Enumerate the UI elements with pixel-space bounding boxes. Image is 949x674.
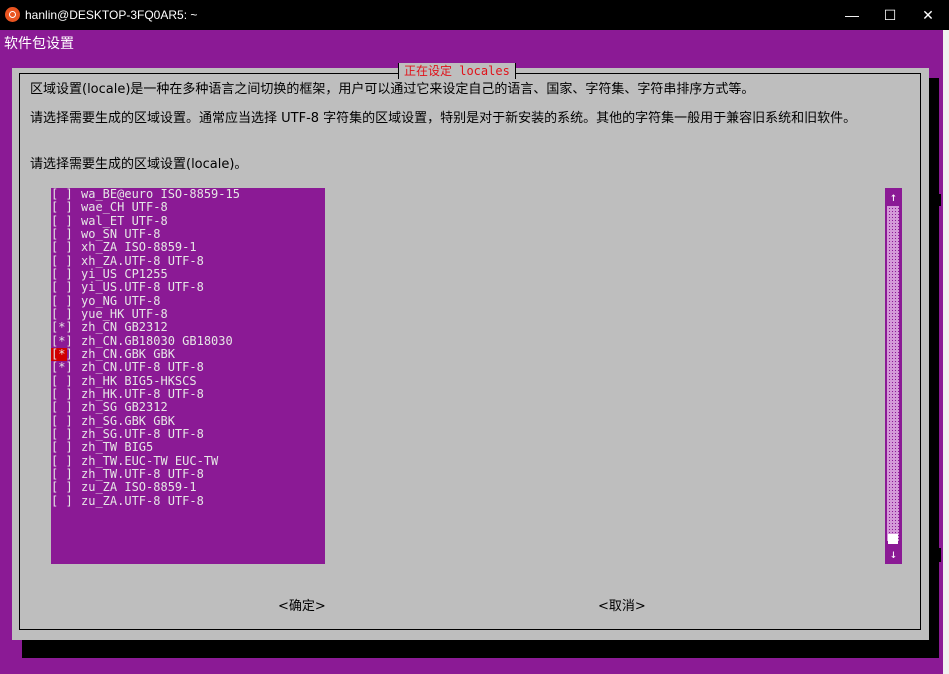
ubuntu-icon	[5, 7, 20, 22]
locale-list-item[interactable]: [ ] yo_NG UTF-8	[51, 293, 325, 308]
locale-list-item[interactable]: [ ] zh_SG.GBK GBK	[51, 413, 325, 428]
locale-list-item[interactable]: [ ] zu_ZA.UTF-8 UTF-8	[51, 493, 325, 508]
locale-list-item[interactable]: [*] zh_CN.GB18030 GB18030	[51, 333, 325, 348]
locale-label: zh_HK BIG5-HKSCS	[81, 373, 197, 388]
minimize-button[interactable]: —	[833, 0, 871, 30]
locale-label: zh_CN GB2312	[81, 320, 168, 335]
checkbox[interactable]: [ ]	[51, 267, 73, 281]
scrollbar-thumb[interactable]	[888, 534, 898, 544]
close-button[interactable]: ✕	[909, 0, 947, 30]
locale-label: wo_SN UTF-8	[81, 226, 161, 241]
locale-list-item[interactable]: [ ] wal_ET UTF-8	[51, 213, 325, 228]
checkbox[interactable]: [*]	[51, 334, 73, 348]
description-paragraph-3: 请选择需要生成的区域设置(locale)。	[30, 157, 248, 172]
locale-list-item[interactable]: [ ] zh_TW.EUC-TW EUC-TW	[51, 453, 325, 468]
locale-label: zh_HK.UTF-8 UTF-8	[81, 386, 204, 401]
locale-label: zh_CN.GBK GBK	[81, 346, 175, 361]
locale-label: yo_NG UTF-8	[81, 293, 161, 308]
locale-label: zh_CN.GB18030 GB18030	[81, 333, 233, 348]
locale-list-item[interactable]: [ ] wo_SN UTF-8	[51, 226, 325, 241]
locale-label: yue_HK UTF-8	[81, 306, 168, 321]
locale-list-item[interactable]: [ ] zh_TW.UTF-8 UTF-8	[51, 466, 325, 481]
checkbox[interactable]: [ ]	[51, 200, 73, 214]
locale-list-item[interactable]: [ ] zh_TW BIG5	[51, 440, 325, 455]
locale-label: zh_SG.UTF-8 UTF-8	[81, 426, 204, 441]
checkbox[interactable]: [*]	[51, 320, 73, 334]
shadow-edge	[929, 548, 941, 562]
checkbox[interactable]: [ ]	[51, 254, 73, 268]
locale-list-item[interactable]: [ ] yi_US.UTF-8 UTF-8	[51, 280, 325, 295]
checkbox[interactable]: [ ]	[51, 307, 73, 321]
checkbox[interactable]: [ ]	[51, 280, 73, 294]
locale-label: zu_ZA.UTF-8 UTF-8	[81, 493, 204, 508]
locale-label: zh_CN.UTF-8 UTF-8	[81, 360, 204, 375]
checkbox[interactable]: [ ]	[51, 374, 73, 388]
shadow-edge	[929, 194, 941, 206]
maximize-button[interactable]: ☐	[871, 0, 909, 30]
locale-label: zh_SG GB2312	[81, 400, 168, 415]
checkbox[interactable]: [ ]	[51, 414, 73, 428]
locale-list-item[interactable]: [*] zh_CN.UTF-8 UTF-8	[51, 360, 325, 375]
locale-label: xh_ZA.UTF-8 UTF-8	[81, 253, 204, 268]
locale-list-item[interactable]: [*] zh_CN.GBK GBK	[51, 346, 325, 362]
locale-label: wal_ET UTF-8	[81, 213, 168, 228]
locale-list-item[interactable]: [*] zh_CN GB2312	[51, 320, 325, 335]
checkbox[interactable]: [ ]	[51, 400, 73, 414]
checkbox[interactable]: [ ]	[51, 494, 73, 508]
locale-label: wae_CH UTF-8	[81, 200, 168, 215]
description-paragraph-1: 区域设置(locale)是一种在多种语言之间切换的框架，用户可以通过它来设定自己…	[30, 82, 755, 97]
checkbox[interactable]: [ ]	[51, 294, 73, 308]
locale-label: zh_TW BIG5	[81, 440, 154, 455]
checkbox[interactable]: [*]	[51, 347, 73, 362]
locale-label: yi_US CP1255	[81, 266, 168, 281]
locale-list-item[interactable]: [ ] wa_BE@euro ISO-8859-15	[51, 187, 325, 201]
locale-label: xh_ZA ISO-8859-1	[81, 240, 197, 255]
checkbox[interactable]: [ ]	[51, 240, 73, 254]
checkbox[interactable]: [ ]	[51, 427, 73, 441]
package-config-heading: 软件包设置	[4, 36, 74, 52]
locale-label: zh_TW.UTF-8 UTF-8	[81, 466, 204, 481]
checkbox[interactable]: [ ]	[51, 454, 73, 468]
dialog-title: 正在设定 locales	[398, 63, 516, 79]
description-paragraph-2: 请选择需要生成的区域设置。通常应当选择 UTF-8 字符集的区域设置，特别是对于…	[30, 111, 857, 126]
locale-list-item[interactable]: [ ] yi_US CP1255	[51, 266, 325, 281]
locale-list-item[interactable]: [ ] zh_SG.UTF-8 UTF-8	[51, 426, 325, 441]
locale-list-item[interactable]: [ ] xh_ZA ISO-8859-1	[51, 240, 325, 255]
checkbox[interactable]: [ ]	[51, 467, 73, 481]
window-title: hanlin@DESKTOP-3FQ0AR5: ~	[25, 8, 198, 22]
locale-list-item[interactable]: [ ] zh_HK BIG5-HKSCS	[51, 373, 325, 388]
locale-list-item[interactable]: [ ] xh_ZA.UTF-8 UTF-8	[51, 253, 325, 268]
locale-list-item[interactable]: [ ] zu_ZA ISO-8859-1	[51, 480, 325, 495]
checkbox[interactable]: [*]	[51, 360, 73, 374]
checkbox[interactable]: [ ]	[51, 227, 73, 241]
locale-list-item[interactable]: [ ] yue_HK UTF-8	[51, 306, 325, 321]
scroll-up-arrow-icon[interactable]: ↑	[885, 189, 902, 205]
locale-label: zu_ZA ISO-8859-1	[81, 480, 197, 495]
cancel-button[interactable]: <取消>	[598, 595, 646, 614]
ok-button[interactable]: <确定>	[278, 595, 326, 614]
checkbox[interactable]: [ ]	[51, 387, 73, 401]
scroll-down-arrow-icon[interactable]: ↓	[885, 546, 902, 562]
checkbox[interactable]: [ ]	[51, 440, 73, 454]
locale-checklist[interactable]: [ ] wa_BE@euro ISO-8859-15 [ ] wae_CH UTF-8…	[51, 187, 325, 564]
locale-list-item[interactable]: [ ] zh_SG GB2312	[51, 400, 325, 415]
locale-list-item[interactable]: [ ] zh_HK.UTF-8 UTF-8	[51, 386, 325, 401]
scrollbar-track-pattern	[887, 206, 899, 541]
window-title-bar: hanlin@DESKTOP-3FQ0AR5: ~ — ☐ ✕	[0, 0, 949, 30]
locale-label: zh_SG.GBK GBK	[81, 413, 175, 428]
locale-list-item[interactable]: [ ] wae_CH UTF-8	[51, 200, 325, 215]
locale-label: yi_US.UTF-8 UTF-8	[81, 280, 204, 295]
locale-label: zh_TW.EUC-TW EUC-TW	[81, 453, 219, 468]
locale-label: wa_BE@euro ISO-8859-15	[81, 187, 240, 201]
window-edge	[943, 30, 949, 674]
checkbox[interactable]: [ ]	[51, 187, 73, 201]
checkbox[interactable]: [ ]	[51, 480, 73, 494]
checkbox[interactable]: [ ]	[51, 214, 73, 228]
